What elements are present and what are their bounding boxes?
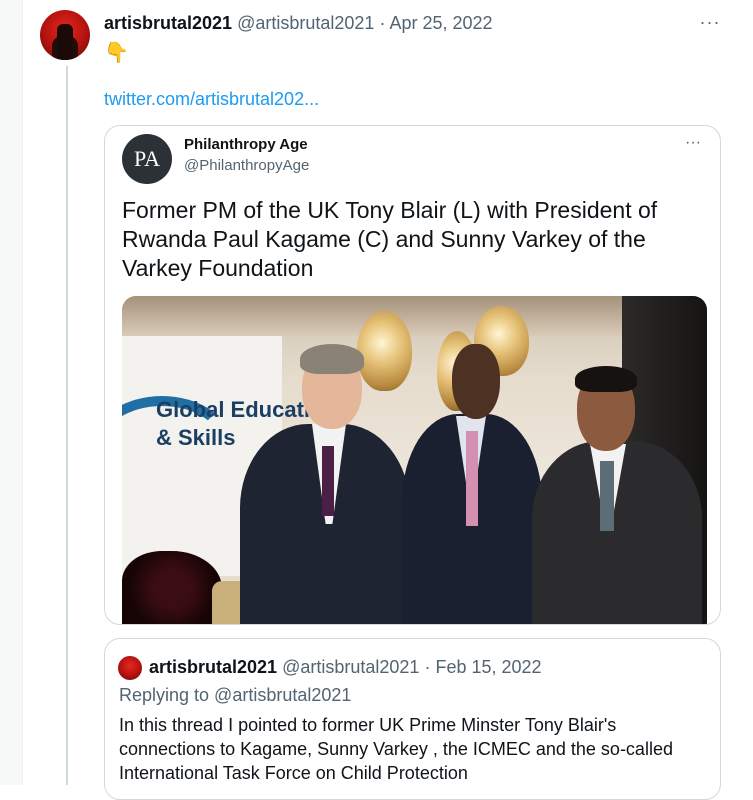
philanthropy-age-logo[interactable]: PA	[122, 134, 172, 184]
nested-header: artisbrutal2021 @artisbrutal2021 · Feb 1…	[149, 657, 542, 678]
author-handle[interactable]: @artisbrutal2021	[237, 13, 374, 33]
photo-pillow	[122, 551, 222, 624]
tweet-link[interactable]: twitter.com/artisbrutal202...	[104, 89, 319, 110]
thread-line	[66, 66, 68, 785]
more-options-icon[interactable]: ···	[698, 12, 722, 36]
nested-quote-text: In this thread I pointed to former UK Pr…	[119, 715, 673, 783]
banner-line-1: Global Educati	[156, 397, 311, 422]
nested-author-handle[interactable]: @artisbrutal2021	[282, 657, 419, 677]
tweet-date[interactable]: Apr 25, 2022	[389, 13, 492, 33]
person-center-head	[452, 344, 500, 419]
person-center-tie	[466, 431, 478, 526]
person-right-hair	[575, 366, 637, 392]
quoted-author-handle[interactable]: @PhilanthropyAge	[184, 157, 309, 174]
pointing-down-emoji: 👇	[104, 42, 129, 64]
header-separator: ·	[374, 13, 390, 33]
replying-to-label: Replying to @artisbrutal2021	[119, 685, 352, 705]
person-left-hair	[300, 344, 364, 374]
nested-author-name[interactable]: artisbrutal2021	[149, 657, 277, 677]
tweet-header: artisbrutal2021 @artisbrutal2021 · Apr 2…	[104, 13, 493, 34]
quoted-author-name[interactable]: Philanthropy Age	[184, 136, 308, 153]
author-name[interactable]: artisbrutal2021	[104, 13, 232, 33]
tweet-photo[interactable]: Global Educati & Skills	[122, 296, 707, 624]
person-right-tie	[600, 461, 614, 531]
quoted-tweet-text: Former PM of the UK Tony Blair (L) with …	[122, 197, 658, 281]
quoted-tweet-card[interactable]: PA Philanthropy Age @PhilanthropyAge ···…	[104, 125, 721, 625]
nested-avatar[interactable]	[118, 656, 142, 680]
lamp-left	[357, 311, 412, 391]
person-left-tie	[322, 446, 334, 516]
left-rail	[0, 0, 23, 785]
nested-date[interactable]: Feb 15, 2022	[435, 657, 541, 677]
quoted-more-options-icon[interactable]: ···	[685, 134, 701, 152]
nested-quote-card[interactable]: artisbrutal2021 @artisbrutal2021 · Feb 1…	[104, 638, 721, 800]
avatar-figure-head	[57, 24, 73, 60]
avatar[interactable]	[40, 10, 90, 60]
nested-separator: ·	[419, 657, 436, 677]
photo-tent-ceiling	[122, 296, 707, 336]
